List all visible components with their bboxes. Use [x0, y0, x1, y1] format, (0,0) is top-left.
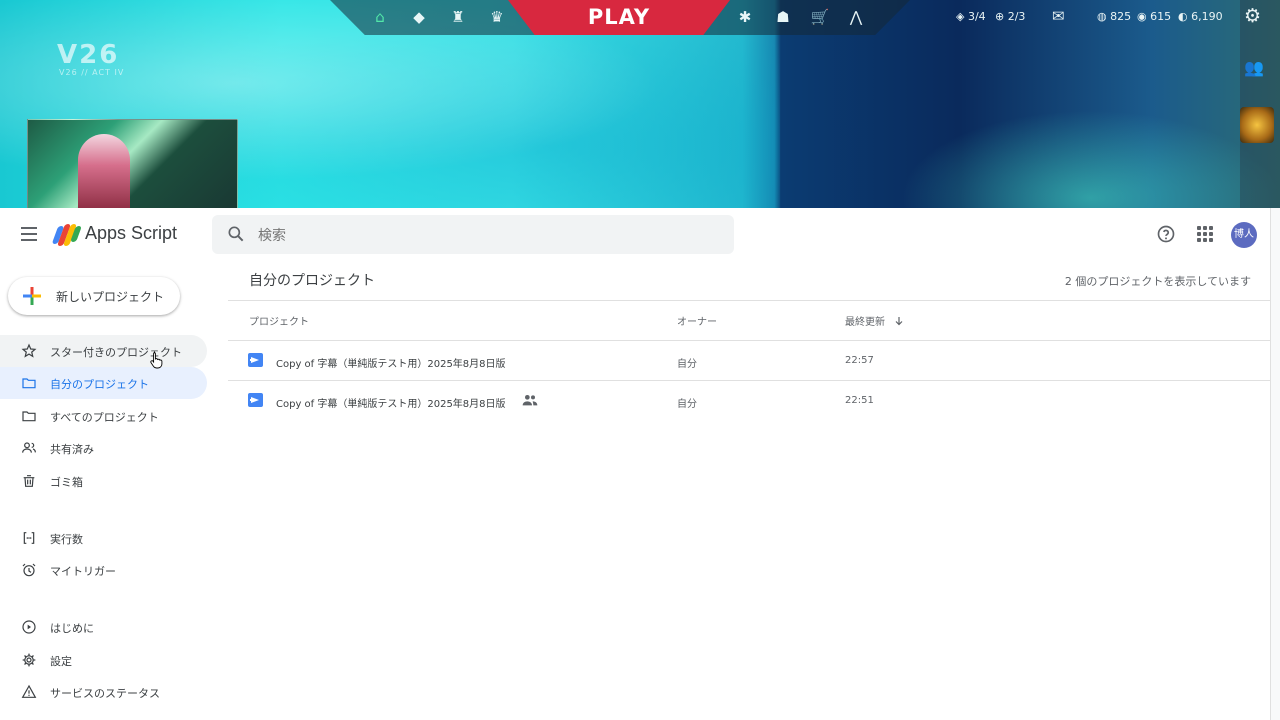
column-header-project[interactable]: プロジェクト — [249, 313, 309, 328]
app-brand-name[interactable]: Apps Script — [85, 223, 177, 244]
folder-icon — [22, 378, 36, 389]
user-avatar[interactable]: 博人 — [1231, 222, 1257, 248]
shop-cart-icon[interactable]: 🛒 — [810, 8, 830, 26]
new-project-label: 新しいプロジェクト — [56, 290, 165, 304]
level-progress: ◈ 3/4 — [956, 10, 986, 23]
v26-logo-subtitle: V26 // ACT IV — [59, 68, 125, 77]
sidebar-item-label: 設定 — [50, 655, 72, 668]
sidebar-item-my-triggers[interactable]: マイトリガー — [0, 554, 207, 586]
gear-icon — [22, 653, 36, 667]
friends-icon[interactable]: 👥 — [1244, 58, 1264, 77]
apps-script-file-icon — [248, 353, 263, 367]
hamburger-menu-icon[interactable] — [18, 223, 40, 245]
sidebar-item-starred[interactable]: スター付きのプロジェクト — [0, 335, 207, 367]
warning-icon — [21, 684, 37, 698]
search-bar[interactable] — [212, 215, 734, 254]
career-icon[interactable]: ♜ — [448, 8, 468, 26]
night-sky-glow — [900, 110, 1280, 208]
home-icon[interactable]: ⌂ — [370, 8, 390, 26]
battlepass-icon[interactable]: ✱ — [735, 8, 755, 26]
sidebar-item-label: サービスのステータス — [50, 687, 160, 700]
divider — [228, 300, 1270, 301]
alarm-icon — [22, 563, 36, 577]
apps-script-window: Apps Script 博人 新しいプロジェクト スター付 — [0, 208, 1270, 720]
project-owner: 自分 — [677, 399, 697, 410]
sidebar-item-getting-started[interactable]: はじめに — [0, 611, 207, 643]
project-updated: 22:57 — [845, 355, 874, 366]
page-title: 自分のプロジェクト — [249, 273, 375, 289]
sidebar-item-label: 共有済み — [50, 443, 94, 456]
sidebar-item-all-projects[interactable]: すべてのプロジェクト — [0, 400, 207, 432]
arrow-down-icon — [895, 317, 903, 326]
rank-icon[interactable]: ⋀ — [846, 8, 866, 26]
sidebar-item-executions[interactable]: 実行数 — [0, 522, 207, 554]
webcam-overlay — [27, 119, 238, 208]
collection-icon[interactable]: ♛ — [487, 8, 507, 26]
sidebar-item-settings[interactable]: 設定 — [0, 644, 207, 676]
executions-icon — [23, 532, 35, 544]
apps-script-logo-icon[interactable] — [51, 224, 82, 246]
table-row[interactable]: Copy of 字幕（単純版テスト用）2025年8月8日版 自分 22:51 — [228, 381, 1270, 421]
game-client-background: V26 V26 // ACT IV ⌂ ◆ ♜ ♛ PLAY ✱ ☗ 🛒 ⋀ ◈… — [0, 0, 1280, 208]
sidebar-item-shared[interactable]: 共有済み — [0, 432, 207, 464]
app-header: Apps Script 博人 — [0, 208, 1270, 262]
new-project-button[interactable]: 新しいプロジェクト — [8, 277, 180, 315]
google-apps-icon[interactable] — [1197, 226, 1213, 242]
sidebar-item-trash[interactable]: ゴミ箱 — [0, 465, 207, 497]
search-icon — [228, 226, 244, 242]
search-input[interactable] — [258, 225, 698, 245]
store-icon[interactable]: ☗ — [773, 8, 793, 26]
player-card-avatar[interactable] — [1240, 107, 1274, 143]
apps-script-file-icon — [248, 393, 263, 407]
help-icon[interactable] — [1156, 224, 1176, 244]
table-row[interactable]: Copy of 字幕（単純版テスト用）2025年8月8日版 自分 22:57 — [228, 341, 1270, 381]
hand-cursor-icon — [150, 352, 163, 369]
column-header-owner[interactable]: オーナー — [677, 313, 717, 328]
column-header-updated[interactable]: 最終更新 — [845, 313, 904, 328]
project-updated: 22:51 — [845, 395, 874, 406]
project-count: 2 個のプロジェクトを表示しています — [1064, 275, 1251, 288]
column-header-updated-label: 最終更新 — [845, 317, 885, 328]
sidebar-item-label: すべてのプロジェクト — [50, 411, 159, 424]
valorant-points: ◍ 825 — [1097, 10, 1132, 23]
settings-gear-icon[interactable]: ⚙ — [1244, 5, 1261, 27]
level-progress-secondary: ⊕ 2/3 — [995, 10, 1026, 23]
project-name[interactable]: Copy of 字幕（単純版テスト用）2025年8月8日版 — [276, 395, 506, 410]
social-rail — [1240, 0, 1280, 208]
sidebar-item-service-status[interactable]: サービスのステータス — [0, 676, 207, 708]
scrollbar-track[interactable] — [1270, 208, 1280, 720]
folder-icon — [22, 411, 36, 422]
sidebar-item-label: マイトリガー — [50, 565, 116, 578]
sidebar-item-label: 自分のプロジェクト — [50, 378, 149, 391]
sidebar-item-label: ゴミ箱 — [50, 476, 83, 489]
sidebar-item-my-projects[interactable]: 自分のプロジェクト — [0, 367, 207, 399]
sidebar-item-label: 実行数 — [50, 533, 83, 546]
play-circle-icon — [22, 620, 36, 634]
shared-people-icon — [522, 395, 538, 406]
kingdom-credits: ◐ 6,190 — [1178, 10, 1223, 23]
mail-icon[interactable]: ✉ — [1052, 7, 1065, 25]
project-owner: 自分 — [677, 359, 697, 370]
radianite-points: ◉ 615 — [1137, 10, 1172, 23]
trash-icon — [23, 475, 35, 487]
streamer-figure — [78, 134, 130, 208]
plus-icon — [23, 287, 41, 305]
sidebar-item-label: はじめに — [50, 622, 94, 635]
agents-icon[interactable]: ◆ — [409, 8, 429, 26]
star-icon — [21, 343, 37, 358]
play-button[interactable]: PLAY — [508, 0, 730, 35]
v26-logo: V26 — [57, 40, 120, 70]
people-icon — [22, 442, 36, 453]
project-name[interactable]: Copy of 字幕（単純版テスト用）2025年8月8日版 — [276, 355, 506, 370]
